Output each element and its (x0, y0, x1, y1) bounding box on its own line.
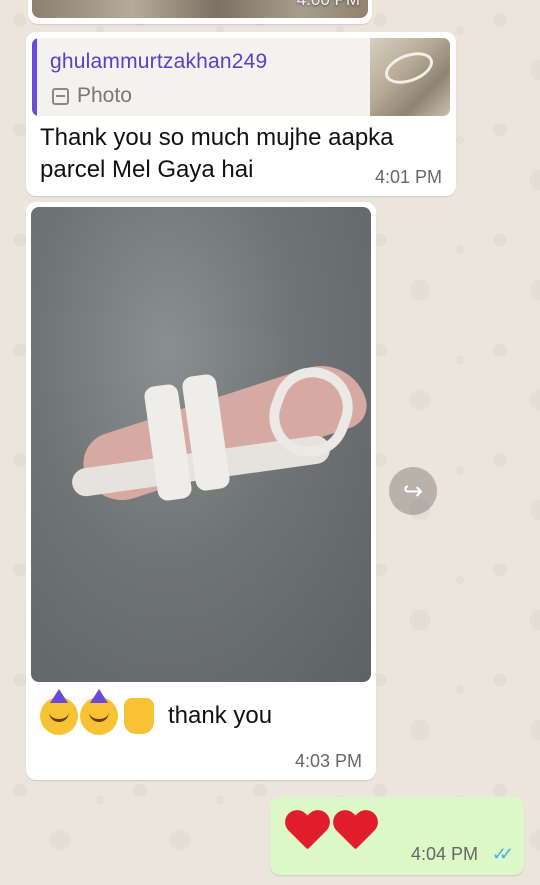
quote-accent-bar (32, 38, 37, 116)
forward-icon: ↪ (402, 477, 424, 505)
message-time: 4:01 PM (374, 167, 442, 187)
thumbs-up-emoji (124, 698, 154, 734)
message-time: 4:03 PM (294, 751, 362, 771)
quoted-photo-thumbnail (370, 38, 450, 116)
sandal-illustration (70, 353, 371, 511)
previous-image-message[interactable]: 4:00 PM (28, 0, 372, 24)
caption-text: thank you (168, 702, 273, 729)
red-heart-emoji (284, 811, 330, 855)
image-caption: thank you (40, 689, 273, 735)
message-time: 4:04 PM (410, 844, 478, 864)
quoted-type: Photo (52, 84, 132, 108)
outgoing-message[interactable]: 4:04 PM ✓✓ (270, 797, 524, 875)
heart-emojis (284, 811, 378, 855)
reply-message[interactable]: ghulammurtzakhan249 Photo Thank you so m… (26, 32, 456, 196)
double-tick-icon: ✓✓ (491, 844, 514, 864)
photo-icon (52, 87, 69, 105)
sandal-photo[interactable] (31, 207, 371, 682)
message-time: 4:00 PM (297, 0, 360, 10)
partying-face-emoji (80, 689, 118, 735)
partying-face-emoji (40, 689, 78, 735)
quoted-message[interactable]: ghulammurtzakhan249 Photo (32, 38, 450, 116)
quoted-author: ghulammurtzakhan249 (50, 50, 268, 73)
red-heart-emoji (332, 811, 378, 855)
quoted-type-label: Photo (77, 84, 132, 107)
forward-button[interactable]: ↪ (389, 467, 437, 515)
image-message[interactable]: thank you 4:03 PM (26, 202, 376, 780)
